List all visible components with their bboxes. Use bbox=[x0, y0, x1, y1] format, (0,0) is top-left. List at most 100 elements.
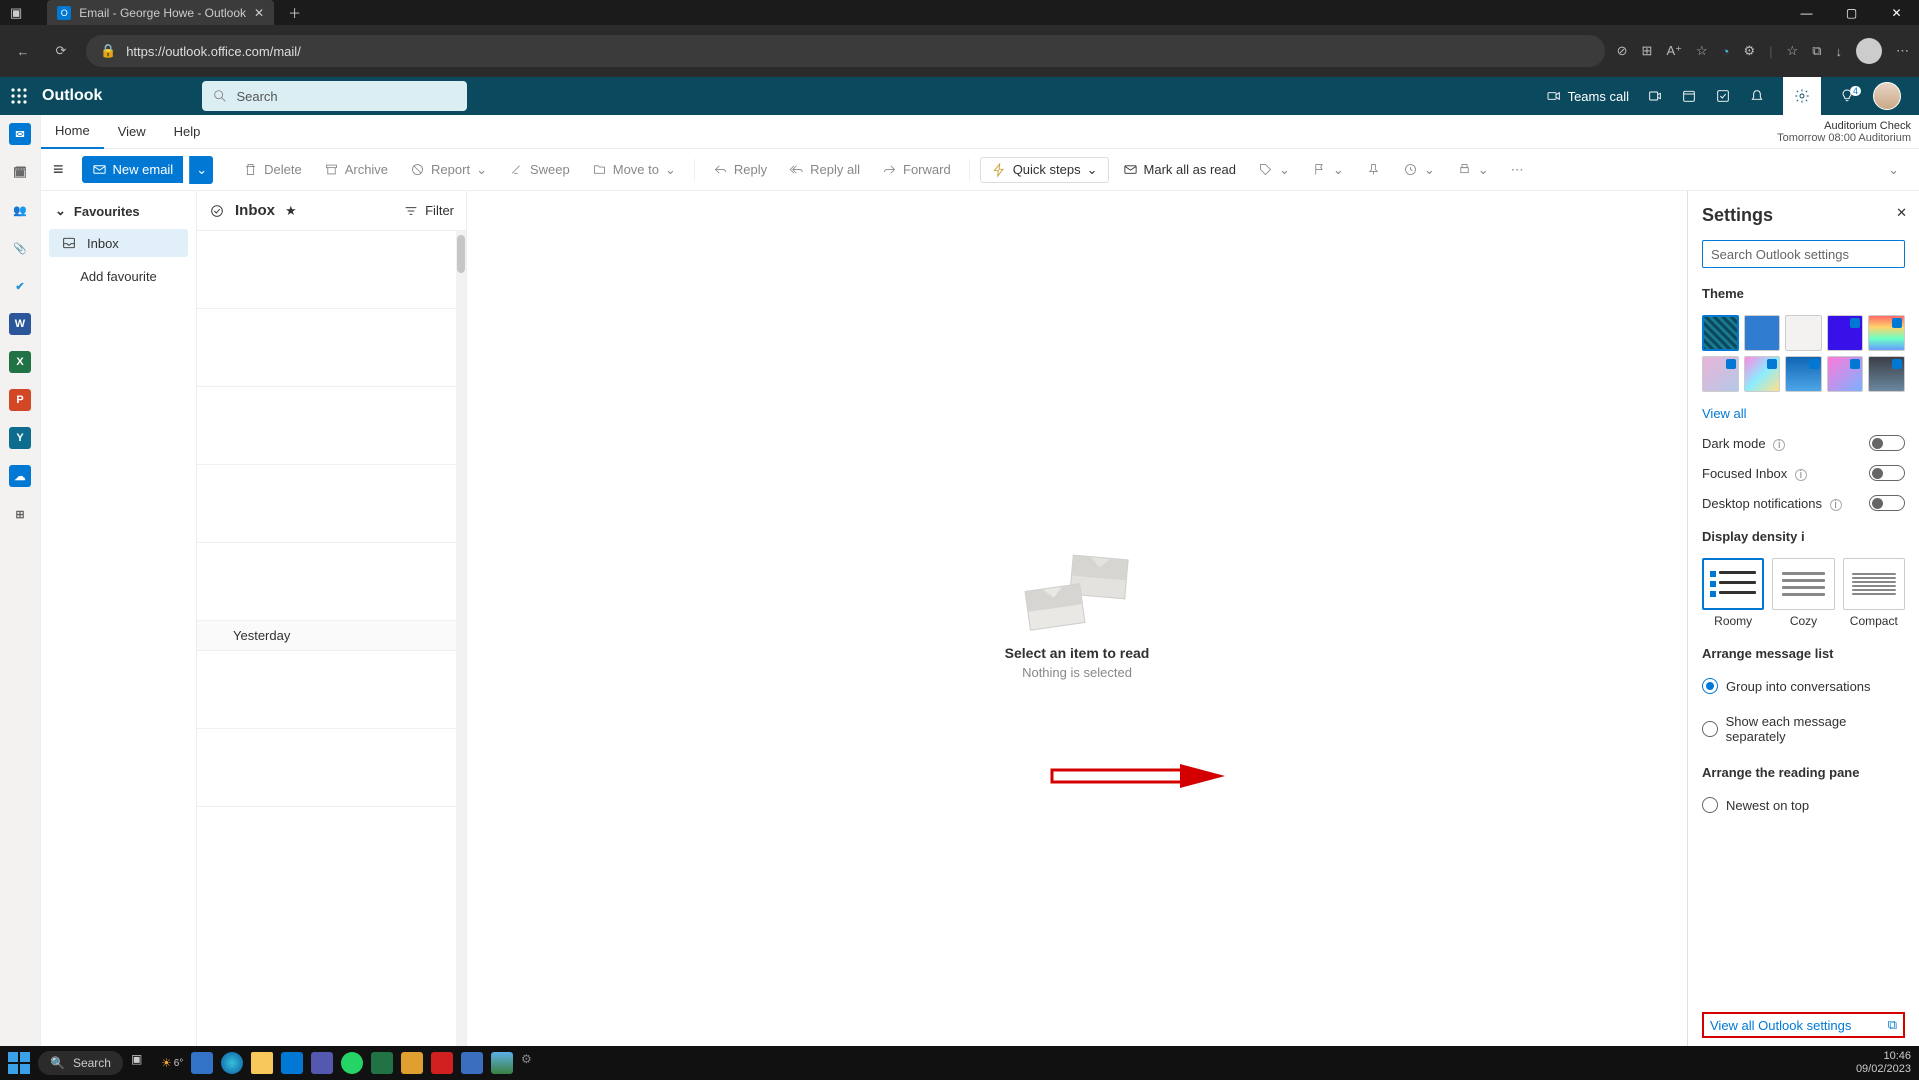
favorite-icon[interactable]: ☆ bbox=[1696, 43, 1708, 59]
tracking-icon[interactable]: ⊘ bbox=[1617, 43, 1628, 59]
rail-people-icon[interactable]: 👥 bbox=[9, 199, 31, 221]
snooze-button[interactable]: ⌄ bbox=[1395, 158, 1443, 182]
hamburger-toggle[interactable]: ≡ bbox=[53, 159, 64, 180]
app-paint[interactable] bbox=[491, 1052, 513, 1074]
archive-button[interactable]: Archive bbox=[316, 158, 396, 181]
theme-light[interactable] bbox=[1785, 315, 1822, 351]
select-all-icon[interactable] bbox=[209, 203, 225, 219]
theme-pastel1[interactable] bbox=[1702, 356, 1739, 392]
density-roomy[interactable]: Roomy bbox=[1702, 558, 1764, 628]
theme-rainbow[interactable] bbox=[1868, 315, 1905, 351]
site-lock-icon[interactable]: 🔒 bbox=[100, 43, 116, 59]
rail-mail-icon[interactable]: ✉ bbox=[9, 123, 31, 145]
settings-search-input[interactable]: Search Outlook settings bbox=[1702, 240, 1905, 268]
app-store[interactable] bbox=[401, 1052, 423, 1074]
notifications-icon[interactable] bbox=[1749, 88, 1765, 104]
nav-refresh-icon[interactable]: ⟳ bbox=[48, 43, 74, 59]
theme-mountain[interactable] bbox=[1868, 356, 1905, 392]
message-row[interactable] bbox=[197, 231, 466, 309]
app-file-explorer[interactable] bbox=[251, 1052, 273, 1074]
info-icon[interactable]: i bbox=[1773, 439, 1785, 451]
system-clock[interactable]: 10:46 09/02/2023 bbox=[1856, 1050, 1911, 1076]
suite-search-input[interactable]: Search bbox=[202, 81, 467, 111]
forward-button[interactable]: Forward bbox=[874, 158, 959, 181]
rail-todo-icon[interactable]: ✔ bbox=[9, 275, 31, 297]
browser-menu-icon[interactable]: ⋯ bbox=[1896, 43, 1909, 59]
app-acrobat[interactable] bbox=[431, 1052, 453, 1074]
list-scrollbar[interactable] bbox=[456, 231, 466, 1046]
app-photos[interactable] bbox=[191, 1052, 213, 1074]
radio-show-separately[interactable]: Show each message separately bbox=[1702, 714, 1905, 744]
reply-button[interactable]: Reply bbox=[705, 158, 775, 181]
add-favourite-link[interactable]: Add favourite bbox=[41, 261, 196, 292]
pin-button[interactable] bbox=[1358, 158, 1389, 181]
message-row[interactable] bbox=[197, 651, 466, 729]
rail-yammer-icon[interactable]: Y bbox=[9, 427, 31, 449]
sweep-button[interactable]: Sweep bbox=[501, 158, 578, 181]
teams-call-button[interactable]: Teams call bbox=[1546, 88, 1629, 104]
theme-blue[interactable] bbox=[1744, 315, 1781, 351]
rail-word-icon[interactable]: W bbox=[9, 313, 31, 335]
tips-icon[interactable]: 4 bbox=[1839, 88, 1855, 104]
info-icon[interactable]: i bbox=[1830, 499, 1842, 511]
window-close[interactable]: ✕ bbox=[1874, 0, 1919, 25]
ribbon-toggle-icon[interactable] bbox=[1715, 88, 1731, 104]
message-row[interactable] bbox=[197, 543, 466, 621]
new-tab-button[interactable]: ＋ bbox=[288, 3, 301, 22]
dark-mode-toggle[interactable] bbox=[1869, 435, 1905, 451]
theme-bluewave[interactable] bbox=[1785, 356, 1822, 392]
text-size-icon[interactable]: A⁺ bbox=[1666, 43, 1682, 59]
nav-inbox[interactable]: Inbox bbox=[49, 229, 188, 257]
new-email-button[interactable]: New email bbox=[82, 156, 184, 183]
focused-inbox-toggle[interactable] bbox=[1869, 465, 1905, 481]
theme-unicorn[interactable] bbox=[1744, 356, 1781, 392]
star-icon[interactable]: ★ bbox=[285, 203, 297, 219]
reply-all-button[interactable]: Reply all bbox=[781, 158, 868, 181]
start-button[interactable] bbox=[8, 1052, 30, 1074]
my-day-icon[interactable] bbox=[1681, 88, 1697, 104]
desktop-notifications-toggle[interactable] bbox=[1869, 495, 1905, 511]
favorites-bar-icon[interactable]: ☆ bbox=[1787, 43, 1799, 59]
radio-group-conversations[interactable]: Group into conversations bbox=[1702, 678, 1905, 694]
theme-circuit[interactable] bbox=[1702, 315, 1739, 351]
user-avatar[interactable] bbox=[1873, 82, 1901, 110]
info-icon[interactable]: i bbox=[1801, 529, 1805, 544]
mark-all-read-button[interactable]: Mark all as read bbox=[1115, 158, 1244, 181]
quick-steps-button[interactable]: Quick steps⌄ bbox=[980, 157, 1109, 183]
app-notepad[interactable] bbox=[461, 1052, 483, 1074]
settings-close-icon[interactable]: ✕ bbox=[1896, 205, 1907, 221]
message-row[interactable] bbox=[197, 387, 466, 465]
tab-help[interactable]: Help bbox=[160, 115, 215, 149]
rail-excel-icon[interactable]: X bbox=[9, 351, 31, 373]
info-icon[interactable]: i bbox=[1795, 469, 1807, 481]
view-all-outlook-settings-link[interactable]: View all Outlook settings⧉ bbox=[1702, 1012, 1905, 1038]
reminder-card[interactable]: Auditorium Check Tomorrow 08:00 Auditori… bbox=[1777, 115, 1911, 149]
collections-icon[interactable]: ⧉ bbox=[1812, 43, 1821, 59]
tab-manager-icon[interactable]: ▣ bbox=[10, 5, 22, 21]
flag-button[interactable]: ⌄ bbox=[1304, 158, 1352, 182]
extensions-icon[interactable]: ⚙ bbox=[1744, 43, 1756, 59]
window-minimize[interactable]: — bbox=[1784, 0, 1829, 25]
message-row[interactable] bbox=[197, 309, 466, 387]
tab-home[interactable]: Home bbox=[41, 115, 104, 149]
apps-icon[interactable]: ⊞ bbox=[1642, 43, 1653, 59]
message-row[interactable] bbox=[197, 465, 466, 543]
task-view-icon[interactable]: ▣ bbox=[131, 1052, 153, 1074]
app-teams[interactable] bbox=[311, 1052, 333, 1074]
rail-more-apps-icon[interactable]: ⊞ bbox=[9, 503, 31, 525]
theme-purple[interactable] bbox=[1827, 315, 1864, 351]
rail-onedrive-icon[interactable]: ☁ bbox=[9, 465, 31, 487]
toolbar-collapse-icon[interactable]: ⌄ bbox=[1880, 158, 1907, 182]
meet-now-icon[interactable] bbox=[1647, 88, 1663, 104]
browser-profile-avatar[interactable] bbox=[1856, 38, 1882, 64]
move-to-button[interactable]: Move to⌄ bbox=[584, 158, 684, 182]
rail-files-icon[interactable]: 📎 bbox=[9, 237, 31, 259]
nav-back-icon[interactable]: ← bbox=[10, 44, 36, 59]
address-bar[interactable]: 🔒 https://outlook.office.com/mail/ bbox=[86, 35, 1605, 67]
report-button[interactable]: Report⌄ bbox=[402, 158, 495, 182]
radio-newest-top[interactable]: Newest on top bbox=[1702, 797, 1905, 813]
downloads-icon[interactable]: ↓ bbox=[1836, 44, 1843, 59]
favourites-header[interactable]: ⌄Favourites bbox=[41, 197, 196, 225]
new-email-dropdown[interactable]: ⌄ bbox=[189, 156, 213, 184]
app-settings[interactable]: ⚙ bbox=[521, 1052, 543, 1074]
